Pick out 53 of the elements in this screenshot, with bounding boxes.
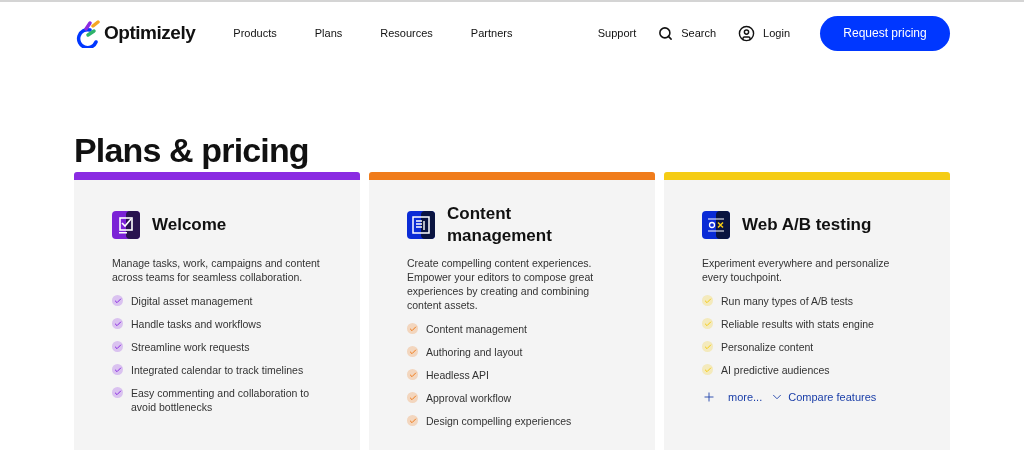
check-icon <box>112 295 123 306</box>
nav-link[interactable]: Resources <box>380 24 433 42</box>
page-title: Plans & pricing <box>74 130 310 170</box>
check-icon <box>407 392 418 403</box>
check-icon <box>702 318 713 329</box>
plan-title: Welcome <box>152 214 227 236</box>
compare-features-link[interactable]: Compare features <box>770 389 877 406</box>
plan-title: Content management <box>447 203 553 247</box>
feature-text: Headless API <box>426 368 490 382</box>
document-icon <box>407 211 435 239</box>
feature-text: Personalize content <box>721 340 814 354</box>
nav-link[interactable]: Plans <box>314 24 343 42</box>
check-icon <box>112 341 123 352</box>
plan-description: Manage tasks, work, campaigns and content across teams for seamless collaboration. <box>112 256 321 284</box>
check-icon <box>702 295 713 306</box>
feature-text: Design compelling experiences <box>426 414 572 428</box>
check-icon <box>407 415 418 426</box>
plus-icon <box>702 390 716 405</box>
nav-link[interactable]: Support <box>597 24 637 42</box>
ab-test-icon <box>702 211 730 239</box>
plan-title: Web A/B testing <box>742 214 872 236</box>
feature-text: Approval workflow <box>426 391 512 405</box>
feature-text: Content management <box>426 322 527 336</box>
feature-text: Reliable results with stats engine <box>721 317 874 331</box>
feature-text: Handle tasks and workflows <box>131 317 262 331</box>
feature-text: Run many types of A/B tests <box>721 294 853 308</box>
plan-description: Create compelling content experiences. Empower your editors to compose great experiences by creating and combining content assets. <box>407 256 595 312</box>
search-icon <box>658 25 674 41</box>
plan-description: Experiment everywhere and personalize every touchpoint. <box>702 256 891 284</box>
nav-link[interactable]: Partners <box>470 24 513 42</box>
brand-name: Optimizely <box>104 20 196 45</box>
feature-text: Digital asset management <box>131 294 253 308</box>
check-icon <box>112 364 123 375</box>
check-icon <box>112 318 123 329</box>
nav-link[interactable]: Products <box>233 24 277 42</box>
user-icon <box>738 24 756 42</box>
feature-text: Authoring and layout <box>426 345 523 359</box>
login-link[interactable]: Login <box>738 24 790 42</box>
check-icon <box>407 369 418 380</box>
check-icon <box>407 323 418 334</box>
request-pricing-button[interactable]: Request pricing <box>820 15 950 51</box>
search-link[interactable]: Search <box>658 24 717 42</box>
feature-text: Streamline work requests <box>131 340 250 354</box>
check-icon <box>112 387 123 398</box>
feature-text: Integrated calendar to track timelines <box>131 363 304 377</box>
more-link[interactable]: more... <box>702 389 763 406</box>
feature-text: AI predictive audiences <box>721 363 830 377</box>
check-icon <box>407 346 418 357</box>
feature-text: Easy commenting and collaboration to avoid bottlenecks <box>131 386 311 414</box>
checklist-icon <box>112 211 140 239</box>
logo-icon <box>76 18 100 48</box>
check-icon <box>702 341 713 352</box>
check-icon <box>702 364 713 375</box>
